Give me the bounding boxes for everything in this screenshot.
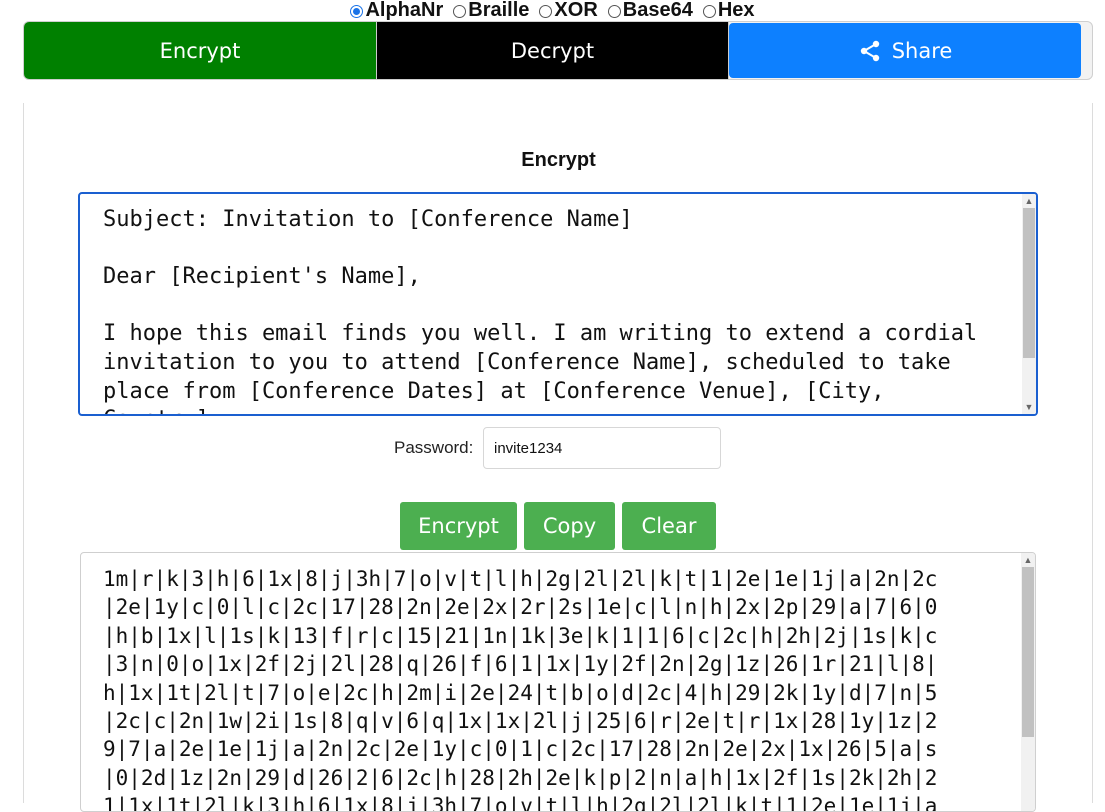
output-scrollbar[interactable]: ▲ bbox=[1021, 553, 1035, 811]
mode-base64-label: Base64 bbox=[622, 0, 693, 21]
mode-xor-option[interactable]: XOR bbox=[539, 0, 598, 21]
message-input[interactable]: Subject: Invitation to [Conference Name]… bbox=[78, 192, 1038, 416]
share-label: Share bbox=[891, 38, 953, 63]
scroll-up-arrow-icon[interactable]: ▲ bbox=[1022, 194, 1036, 208]
mode-base64-option[interactable]: Base64 bbox=[607, 0, 693, 21]
output-box[interactable]: 1m|r|k|3|h|6|1x|8|j|3h|7|o|v|t|l|h|2g|2l… bbox=[80, 552, 1036, 812]
encrypt-button[interactable]: Encrypt bbox=[400, 502, 517, 550]
mode-xor-label: XOR bbox=[554, 0, 598, 21]
message-input-scrollbar[interactable]: ▲ ▼ bbox=[1022, 194, 1036, 414]
share-button[interactable]: Share bbox=[729, 23, 1081, 78]
tab-decrypt[interactable]: Decrypt bbox=[377, 22, 729, 79]
scrollbar-thumb[interactable] bbox=[1023, 208, 1035, 358]
panel-title: Encrypt bbox=[521, 149, 596, 171]
mode-selector: AlphaNr Braille XOR Base64 Hex bbox=[0, 0, 1105, 20]
mode-braille-option[interactable]: Braille bbox=[453, 0, 530, 21]
output-text[interactable]: 1m|r|k|3|h|6|1x|8|j|3h|7|o|v|t|l|h|2g|2l… bbox=[103, 565, 1008, 811]
radio-base64[interactable] bbox=[607, 4, 621, 18]
radio-alphanr[interactable] bbox=[350, 4, 364, 18]
mode-hex-option[interactable]: Hex bbox=[702, 0, 755, 21]
message-input-text[interactable]: Subject: Invitation to [Conference Name]… bbox=[103, 206, 1013, 414]
share-icon bbox=[860, 40, 879, 61]
scroll-up-arrow-icon[interactable]: ▲ bbox=[1021, 553, 1035, 567]
scroll-down-arrow-icon[interactable]: ▼ bbox=[1022, 400, 1036, 414]
tab-bar: Encrypt Decrypt Share bbox=[23, 21, 1093, 80]
mode-hex-label: Hex bbox=[717, 0, 755, 21]
radio-xor[interactable] bbox=[539, 4, 553, 18]
scrollbar-thumb[interactable] bbox=[1022, 567, 1034, 737]
radio-braille[interactable] bbox=[453, 4, 467, 18]
password-label: Password: bbox=[394, 438, 474, 457]
clear-button[interactable]: Clear bbox=[622, 502, 716, 550]
radio-hex[interactable] bbox=[702, 4, 716, 18]
mode-braille-label: Braille bbox=[468, 0, 530, 21]
copy-button[interactable]: Copy bbox=[524, 502, 615, 550]
mode-alphanr-label: AlphaNr bbox=[365, 0, 444, 21]
tab-encrypt[interactable]: Encrypt bbox=[24, 22, 377, 79]
mode-alphanr-option[interactable]: AlphaNr bbox=[350, 0, 444, 21]
password-input[interactable] bbox=[483, 427, 721, 469]
